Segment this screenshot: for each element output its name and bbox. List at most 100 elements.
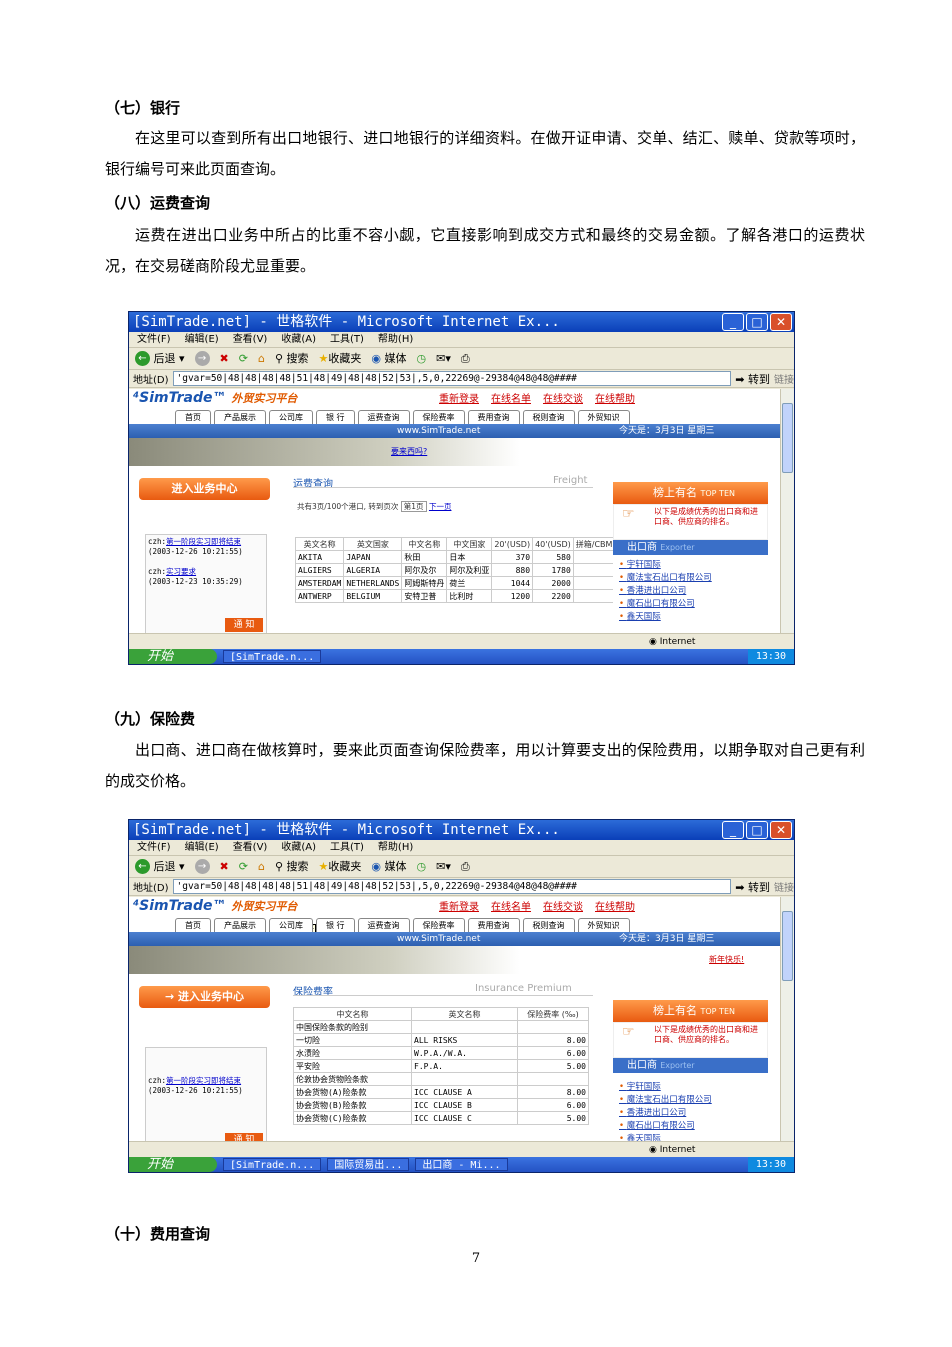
media-button[interactable]: ◉ 媒体 bbox=[371, 348, 406, 370]
start-button[interactable]: 开始 bbox=[129, 649, 217, 664]
ranking-item[interactable]: 香港进出口公司 bbox=[619, 1107, 768, 1120]
news-link[interactable]: 第一阶段实习即将结束 bbox=[166, 537, 241, 546]
task-button[interactable]: 出口商 - Mi... bbox=[415, 1158, 508, 1171]
online-list-link[interactable]: 在线名单 bbox=[491, 898, 531, 913]
menu-edit[interactable]: 编辑(E) bbox=[185, 332, 219, 347]
media-button[interactable]: ◉ 媒体 bbox=[371, 856, 406, 878]
home-icon[interactable]: ⌂ bbox=[258, 348, 265, 370]
menu-help[interactable]: 帮助(H) bbox=[378, 840, 413, 855]
ranking-item[interactable]: 香港进出口公司 bbox=[619, 585, 768, 598]
nav-companies[interactable]: 公司库 bbox=[269, 918, 313, 932]
stop-icon[interactable]: ✖ bbox=[220, 856, 229, 878]
online-help-link[interactable]: 在线帮助 bbox=[595, 390, 635, 405]
task-button[interactable]: [SimTrade.n... bbox=[223, 1158, 322, 1171]
banner-link[interactable]: 新年快乐! bbox=[709, 954, 744, 965]
menu-help[interactable]: 帮助(H) bbox=[378, 332, 413, 347]
forward-icon[interactable]: → bbox=[194, 859, 210, 874]
close-button[interactable]: ✕ bbox=[770, 821, 792, 839]
nav-tax[interactable]: 税则查询 bbox=[522, 918, 575, 932]
menu-view[interactable]: 查看(V) bbox=[233, 840, 268, 855]
menu-file[interactable]: 文件(F) bbox=[137, 840, 171, 855]
nav-insurance[interactable]: 保险费率 bbox=[412, 918, 465, 932]
scroll-thumb[interactable] bbox=[782, 911, 793, 981]
ranking-item[interactable]: 宇轩国际 bbox=[619, 1081, 768, 1094]
task-button[interactable]: 国际贸易出... bbox=[327, 1158, 410, 1171]
nav-knowledge[interactable]: 外贸知识 bbox=[577, 918, 630, 932]
relogin-link[interactable]: 重新登录 bbox=[439, 390, 479, 405]
favorites-button[interactable]: ★收藏夹 bbox=[319, 348, 362, 370]
vertical-scrollbar[interactable] bbox=[780, 389, 794, 633]
print-icon[interactable]: ⎙ bbox=[461, 348, 470, 370]
ranking-item[interactable]: 鑫天国际 bbox=[619, 1133, 768, 1141]
nav-freight[interactable]: 运费查询 bbox=[357, 410, 410, 424]
menu-tools[interactable]: 工具(T) bbox=[330, 332, 364, 347]
history-icon[interactable]: ◷ bbox=[417, 856, 427, 878]
next-page-link[interactable]: 下一页 bbox=[429, 502, 452, 511]
address-input[interactable]: 'gvar=50|48|48|48|48|51|48|49|48|48|52|5… bbox=[172, 879, 732, 894]
menu-file[interactable]: 文件(F) bbox=[137, 332, 171, 347]
maximize-button[interactable]: □ bbox=[746, 313, 768, 331]
mail-icon[interactable]: ✉▾ bbox=[436, 856, 451, 878]
notice-button[interactable]: 通 知 bbox=[225, 618, 263, 632]
menu-edit[interactable]: 编辑(E) bbox=[185, 840, 219, 855]
favorites-button[interactable]: ★收藏夹 bbox=[319, 856, 362, 878]
menu-tools[interactable]: 工具(T) bbox=[330, 840, 364, 855]
links-label[interactable]: 链接 bbox=[774, 371, 794, 386]
ranking-item[interactable]: 宇轩国际 bbox=[619, 559, 768, 572]
nav-bank[interactable]: 银 行 bbox=[316, 410, 355, 424]
enter-business-button[interactable]: → 进入业务中心 bbox=[139, 986, 270, 1008]
nav-products[interactable]: 产品展示 bbox=[214, 918, 266, 932]
ranking-item[interactable]: 魔石出口有限公司 bbox=[619, 598, 768, 611]
back-button[interactable]: ← 后退 ▾ bbox=[135, 856, 185, 878]
nav-tax[interactable]: 税则查询 bbox=[522, 410, 575, 424]
scroll-thumb[interactable] bbox=[782, 403, 793, 473]
nav-companies[interactable]: 公司库 bbox=[269, 410, 313, 424]
nav-home[interactable]: 首页 bbox=[175, 918, 211, 932]
nav-bank[interactable]: 银 行 bbox=[316, 918, 355, 932]
nav-products[interactable]: 产品展示 bbox=[214, 410, 266, 424]
nav-knowledge[interactable]: 外贸知识 bbox=[577, 410, 630, 424]
stop-icon[interactable]: ✖ bbox=[220, 348, 229, 370]
go-button[interactable]: ➡ 转到 bbox=[735, 371, 770, 387]
banner-link[interactable]: 要来西吗? bbox=[391, 446, 427, 457]
menu-favorites[interactable]: 收藏(A) bbox=[281, 332, 316, 347]
ranking-item[interactable]: 鑫天国际 bbox=[619, 611, 768, 624]
maximize-button[interactable]: □ bbox=[746, 821, 768, 839]
search-button[interactable]: ⚲ 搜索 bbox=[275, 348, 309, 370]
refresh-icon[interactable]: ⟳ bbox=[239, 348, 248, 370]
news-link[interactable]: 实习要求 bbox=[166, 567, 196, 576]
minimize-button[interactable]: _ bbox=[722, 821, 744, 839]
history-icon[interactable]: ◷ bbox=[417, 348, 427, 370]
forward-icon[interactable]: → bbox=[194, 351, 210, 366]
news-link[interactable]: 第一阶段实习即将结束 bbox=[166, 1076, 241, 1085]
online-help-link[interactable]: 在线帮助 bbox=[595, 898, 635, 913]
online-list-link[interactable]: 在线名单 bbox=[491, 390, 531, 405]
go-button[interactable]: ➡ 转到 bbox=[735, 879, 770, 895]
ranking-item[interactable]: 魔石出口有限公司 bbox=[619, 1120, 768, 1133]
menu-view[interactable]: 查看(V) bbox=[233, 332, 268, 347]
address-input[interactable]: 'gvar=50|48|48|48|48|51|48|49|48|48|52|5… bbox=[172, 371, 732, 386]
nav-freight[interactable]: 运费查询 bbox=[357, 918, 410, 932]
search-button[interactable]: ⚲ 搜索 bbox=[275, 856, 309, 878]
home-icon[interactable]: ⌂ bbox=[258, 856, 265, 878]
task-button[interactable]: [SimTrade.n... bbox=[223, 650, 322, 663]
nav-fees[interactable]: 费用查询 bbox=[467, 410, 520, 424]
close-button[interactable]: ✕ bbox=[770, 313, 792, 331]
online-chat-link[interactable]: 在线交谈 bbox=[543, 390, 583, 405]
nav-insurance[interactable]: 保险费率 bbox=[412, 410, 465, 424]
page-select[interactable]: 第1页 bbox=[400, 501, 427, 512]
vertical-scrollbar[interactable] bbox=[780, 897, 794, 1141]
enter-business-button[interactable]: 进入业务中心 bbox=[139, 478, 270, 500]
menu-favorites[interactable]: 收藏(A) bbox=[281, 840, 316, 855]
relogin-link[interactable]: 重新登录 bbox=[439, 898, 479, 913]
minimize-button[interactable]: _ bbox=[722, 313, 744, 331]
print-icon[interactable]: ⎙ bbox=[461, 856, 470, 878]
ranking-item[interactable]: 魔法宝石出口有限公司 bbox=[619, 572, 768, 585]
notice-button[interactable]: 通 知 bbox=[225, 1133, 263, 1141]
refresh-icon[interactable]: ⟳ bbox=[239, 856, 248, 878]
online-chat-link[interactable]: 在线交谈 bbox=[543, 898, 583, 913]
nav-fees[interactable]: 费用查询 bbox=[467, 918, 520, 932]
start-button[interactable]: 开始 bbox=[129, 1157, 217, 1172]
mail-icon[interactable]: ✉▾ bbox=[436, 348, 451, 370]
nav-home[interactable]: 首页 bbox=[175, 410, 211, 424]
